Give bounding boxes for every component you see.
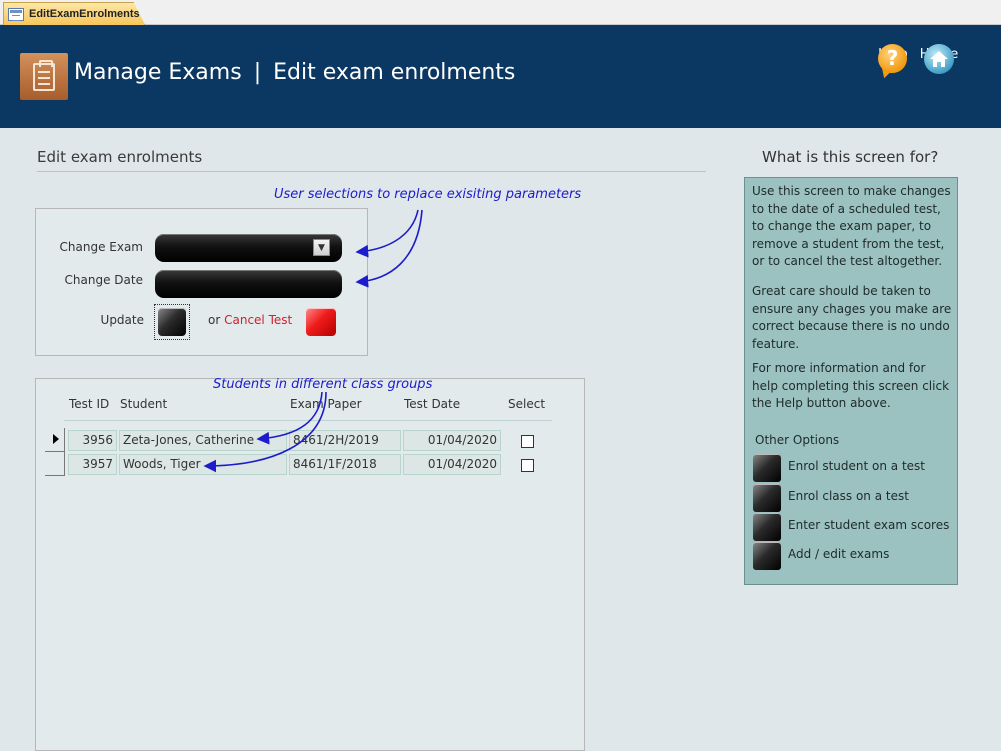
help-button[interactable]: ? bbox=[878, 44, 907, 73]
cell-test-date[interactable]: 01/04/2020 bbox=[403, 454, 501, 475]
enter-scores-label[interactable]: Enter student exam scores bbox=[788, 518, 949, 532]
select-checkbox[interactable] bbox=[521, 435, 534, 448]
change-exam-dropdown[interactable]: ▼ bbox=[155, 234, 342, 262]
select-checkbox[interactable] bbox=[521, 459, 534, 472]
app-title-text: Manage Exams bbox=[74, 60, 242, 85]
form-icon bbox=[8, 7, 24, 21]
clipboard-icon bbox=[20, 53, 68, 100]
header-divider bbox=[64, 420, 552, 421]
column-header-exam-paper: Exam Paper bbox=[290, 397, 362, 411]
change-date-field[interactable] bbox=[155, 270, 342, 298]
info-paragraph: Great care should be taken to ensure any… bbox=[752, 284, 952, 351]
enrol-class-label[interactable]: Enrol class on a test bbox=[788, 489, 909, 503]
page-subtitle: Edit exam enrolments bbox=[273, 60, 516, 85]
column-header-test-date: Test Date bbox=[404, 397, 461, 411]
update-button[interactable] bbox=[158, 308, 186, 336]
home-icon bbox=[930, 51, 948, 67]
cancel-test-label: Cancel Test bbox=[224, 313, 293, 327]
info-title: What is this screen for? bbox=[762, 148, 939, 166]
record-selector[interactable] bbox=[45, 452, 65, 476]
chevron-down-icon[interactable]: ▼ bbox=[313, 239, 330, 256]
or-label: or bbox=[208, 313, 221, 327]
other-options-title: Other Options bbox=[755, 433, 840, 447]
document-tab-bar: EditExamEnrolments bbox=[0, 0, 1001, 25]
enrol-class-button[interactable] bbox=[753, 484, 781, 512]
cell-test-date[interactable]: 01/04/2020 bbox=[403, 430, 501, 451]
cell-test-id[interactable]: 3957 bbox=[68, 454, 117, 475]
cell-exam-paper[interactable]: 8461/2H/2019 bbox=[289, 430, 401, 451]
document-tab[interactable]: EditExamEnrolments bbox=[3, 2, 145, 25]
section-title: Edit exam enrolments bbox=[37, 148, 203, 166]
info-paragraph: Use this screen to make changes to the d… bbox=[752, 184, 951, 269]
column-header-test-id: Test ID bbox=[69, 397, 110, 411]
column-header-select: Select bbox=[508, 397, 546, 411]
section-divider bbox=[37, 171, 706, 172]
update-label: Update bbox=[100, 313, 144, 327]
app-header: Manage Exams|Edit exam enrolments Help H… bbox=[0, 25, 1001, 128]
column-header-student: Student bbox=[120, 397, 168, 411]
enter-scores-button[interactable] bbox=[753, 513, 781, 541]
annotation-parameters: User selections to replace exisiting par… bbox=[274, 187, 582, 202]
change-exam-label: Change Exam bbox=[59, 240, 143, 254]
enrol-student-label[interactable]: Enrol student on a test bbox=[788, 459, 925, 473]
page-title: Manage Exams | Edit exam enrolments bbox=[74, 60, 515, 85]
document-tab-label: EditExamEnrolments bbox=[29, 8, 140, 20]
cell-exam-paper[interactable]: 8461/1F/2018 bbox=[289, 454, 401, 475]
enrol-student-button[interactable] bbox=[753, 454, 781, 482]
cell-test-id[interactable]: 3956 bbox=[68, 430, 117, 451]
title-separator: | bbox=[253, 60, 262, 85]
cell-student[interactable]: Zeta-Jones, Catherine bbox=[119, 430, 287, 451]
add-edit-exams-button[interactable] bbox=[753, 542, 781, 570]
cancel-test-text: or Cancel Test bbox=[208, 313, 292, 327]
cell-student[interactable]: Woods, Tiger bbox=[119, 454, 287, 475]
record-selector-current[interactable] bbox=[45, 428, 65, 452]
change-date-label: Change Date bbox=[64, 273, 143, 287]
home-button[interactable] bbox=[924, 44, 954, 74]
info-paragraph: For more information and for help comple… bbox=[752, 361, 950, 411]
cancel-test-button[interactable] bbox=[306, 308, 336, 336]
add-edit-exams-label[interactable]: Add / edit exams bbox=[788, 547, 889, 561]
annotation-students: Students in different class groups bbox=[213, 377, 433, 392]
